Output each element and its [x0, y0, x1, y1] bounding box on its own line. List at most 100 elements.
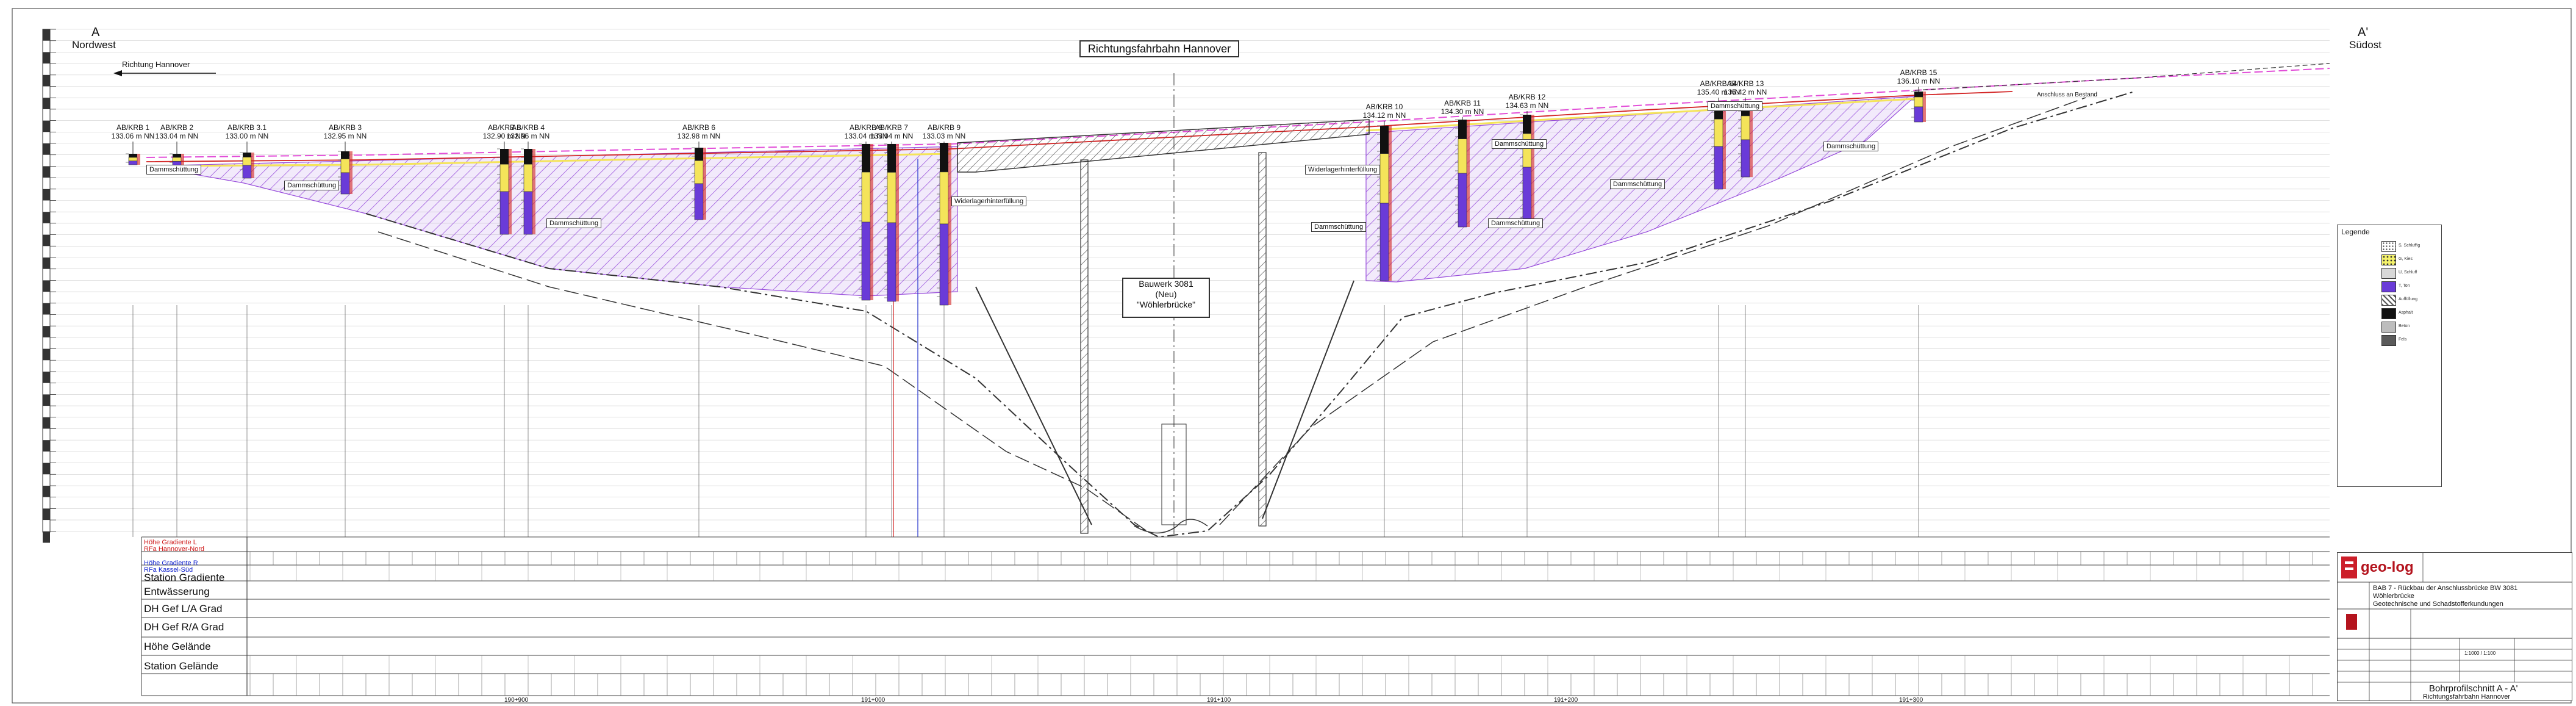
- borehole-elevation: 136.10 m NN: [1897, 77, 1941, 85]
- band-row-label: DH Gef L/A Grad: [144, 603, 223, 614]
- band-row-label: Entwässerung: [144, 586, 210, 597]
- project-title: BAB 7 - Rückbau der Anschlussbrücke BW 3…: [2373, 585, 2518, 592]
- borehole-elevation: 132.98 m NN: [677, 132, 721, 140]
- legend-swatch: [2381, 268, 2396, 279]
- valley-bottom: [1134, 519, 1208, 534]
- drawing-sheet: A Nordwest A' Südost Richtung Hannover R…: [0, 0, 2576, 706]
- label-widerlager-left: Widerlagerhinterfüllung: [951, 196, 1027, 206]
- borehole-column: [126, 142, 140, 165]
- borehole-name: AB/KRB 6: [682, 123, 716, 132]
- label-dammschuettung-8: Dammschüttung: [1708, 101, 1763, 111]
- borehole-elevation: 133.04 m NN: [155, 132, 199, 140]
- title-block: geo-log BAB 7 - Rückbau der Anschlussbrü…: [2337, 552, 2572, 701]
- borehole-name: AB/KRB 3: [328, 123, 362, 132]
- borehole-label: AB/KRB 6 132.98 m NN: [674, 123, 723, 140]
- band-row-label: DH Gef R/A Grad: [144, 621, 224, 633]
- direction-arrow-icon: [113, 70, 216, 76]
- borehole-elevation: 133.00 m NN: [225, 132, 269, 140]
- borehole-label: AB/KRB 3 132.95 m NN: [321, 123, 370, 140]
- legend-item-label: Asphalt: [2399, 311, 2413, 315]
- legend-swatch: [2381, 322, 2396, 333]
- state-crest-icon: [2346, 614, 2357, 630]
- structure-label-box: Bauwerk 3081 (Neu) "Wöhlerbrücke": [1122, 278, 1210, 318]
- legend-swatch: [2381, 335, 2396, 346]
- station-label: 190+900: [504, 697, 529, 704]
- borehole-name: AB/KRB 10: [1365, 103, 1403, 111]
- borehole-elevation: 134.30 m NN: [1440, 107, 1484, 116]
- project-title-line3: Geotechnische und Schadstofferkundungen: [2373, 600, 2503, 608]
- borehole-elevation: 132.95 m NN: [323, 132, 367, 140]
- borehole-name: AB/KRB 2: [160, 123, 194, 132]
- band-row-label: Höhe Gelände: [144, 641, 211, 652]
- borehole-elevation: 132.96 m NN: [506, 132, 550, 140]
- borehole-elevation: 133.04 m NN: [870, 132, 914, 140]
- pier-1: [1080, 159, 1089, 534]
- borehole-elevation: 134.63 m NN: [1505, 101, 1549, 110]
- direction-arrow-label: Richtung Hannover: [122, 60, 190, 69]
- borehole-name: AB/KRB 11: [1444, 99, 1481, 107]
- label-dammschuettung-3: Dammschüttung: [546, 218, 602, 228]
- structure-name: Bauwerk 3081: [1139, 279, 1193, 289]
- borehole-name: AB/KRB 7: [875, 123, 909, 132]
- borehole-label: AB/KRB 11 134.30 m NN: [1438, 99, 1487, 116]
- legend-item-label: Auffüllung: [2399, 297, 2418, 301]
- legend-panel: Legende S, Schluffig G, Kies U, Schluff T, …: [2337, 225, 2442, 487]
- borehole-elevation: 134.12 m NN: [1362, 111, 1406, 120]
- borehole-column: [1911, 87, 1926, 123]
- label-dammschuettung-7: Dammschüttung: [1610, 179, 1665, 189]
- borehole-label: AB/KRB 4 132.96 m NN: [504, 123, 553, 140]
- borehole-name: AB/KRB 9: [927, 123, 961, 132]
- direction-left-label: Nordwest: [72, 39, 116, 51]
- station-label: 191+100: [1207, 697, 1231, 704]
- borehole-name: AB/KRB 13: [1726, 79, 1764, 88]
- structure-title: "Wöhlerbrücke": [1136, 300, 1196, 309]
- legend-item-label: Beton: [2399, 324, 2410, 328]
- label-widerlager-right: Widerlagerhinterfüllung: [1305, 165, 1381, 175]
- legend-swatch: [2381, 308, 2396, 319]
- company-logo-text: geo-log: [2361, 559, 2414, 575]
- label-dammschuettung-1: Dammschüttung: [146, 165, 202, 175]
- legend-swatch: [2381, 281, 2396, 292]
- drawing-scale: 1:1000 / 1:100: [2464, 650, 2496, 656]
- station-label: 191+200: [1554, 697, 1578, 704]
- main-title-box: Richtungsfahrbahn Hannover: [1079, 40, 1239, 57]
- borehole-label: AB/KRB 10 134.12 m NN: [1360, 103, 1409, 120]
- section-end-letter: A': [2358, 26, 2369, 39]
- borehole-name: AB/KRB 1: [116, 123, 150, 132]
- borehole-column: [170, 142, 184, 167]
- label-anschluss: Anschluss an Bestand: [2037, 92, 2097, 98]
- borehole-elevation: 133.03 m NN: [922, 132, 966, 140]
- band-row-label: Station Gradiente: [144, 572, 225, 583]
- borehole-label: AB/KRB 12 134.63 m NN: [1503, 93, 1551, 110]
- borehole-label: AB/KRB 13 135.42 m NN: [1721, 79, 1770, 96]
- borehole-elevation: 135.42 m NN: [1723, 88, 1767, 96]
- legend-title: Legende: [2341, 228, 2370, 236]
- sheet-frame: [12, 8, 2572, 704]
- elevation-scale: [42, 29, 56, 543]
- station-label: 191+000: [861, 697, 886, 704]
- band-table: [132, 305, 2330, 696]
- borehole-label: AB/KRB 2 133.04 m NN: [152, 123, 201, 140]
- borehole-label: AB/KRB 1 133.06 m NN: [109, 123, 157, 140]
- legend-item-label: G, Kies: [2399, 257, 2413, 261]
- section-start-letter: A: [91, 26, 100, 39]
- borehole-name: AB/KRB 15: [1900, 68, 1937, 77]
- borehole-label: AB/KRB 3.1 133.00 m NN: [223, 123, 271, 140]
- project-title-line2: Wöhlerbrücke: [2373, 593, 2414, 600]
- borehole-elevation: 133.06 m NN: [111, 132, 155, 140]
- label-dammschuettung-5: Dammschüttung: [1488, 218, 1544, 228]
- station-label: 191+300: [1899, 697, 1923, 704]
- drawing-title: Bohrprofilschnitt A - A': [2429, 683, 2518, 694]
- legend-swatch: [2381, 241, 2396, 252]
- borehole-label: AB/KRB 15 136.10 m NN: [1894, 68, 1943, 85]
- band-row-label: Station Gelände: [144, 660, 218, 672]
- direction-right-label: Südost: [2349, 39, 2381, 51]
- borehole-label: AB/KRB 7 133.04 m NN: [867, 123, 916, 140]
- legend-item-label: U, Schluff: [2399, 270, 2417, 275]
- borehole-label: AB/KRB 9 133.03 m NN: [920, 123, 968, 140]
- borehole-name: AB/KRB 12: [1508, 93, 1546, 101]
- profile-drawing: [12, 8, 2572, 704]
- label-dammschuettung-4: Dammschüttung: [1311, 222, 1367, 232]
- band-row-sublabel: RFa Hannover-Nord: [144, 546, 205, 553]
- label-dammschuettung-2: Dammschüttung: [284, 181, 340, 190]
